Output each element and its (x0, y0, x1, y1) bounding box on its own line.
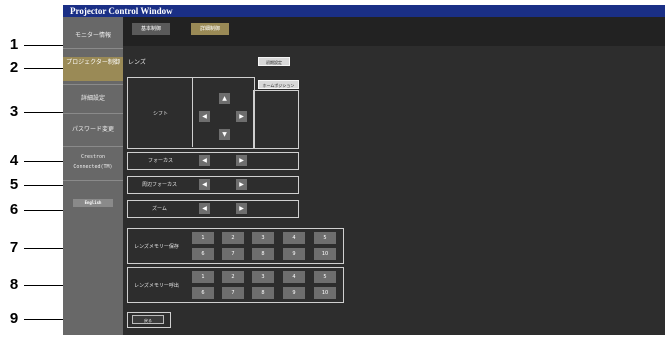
focus-left-arrow-icon[interactable]: ◀ (199, 155, 210, 166)
peripheral-focus-left-arrow-icon[interactable]: ◀ (199, 179, 210, 190)
peripheral-focus-label: 周辺フォーカス (142, 182, 178, 188)
sidebar-divider (63, 84, 123, 85)
lens-memory-load-label: レンズメモリー呼出 (134, 283, 179, 289)
sidebar-divider (63, 48, 123, 49)
callout-1: 1 (9, 36, 19, 53)
sidebar-item-crestron-connected[interactable]: Crestron Connected(TM) (63, 152, 123, 174)
window-title: Projector Control Window (70, 6, 173, 16)
memory-load-key-2[interactable]: 2 (222, 271, 244, 283)
sidebar-item-password-change[interactable]: パスワード変更 (63, 121, 123, 139)
memory-save-key-8[interactable]: 8 (252, 248, 274, 260)
sidebar-divider (63, 113, 123, 114)
memory-load-key-10[interactable]: 10 (314, 287, 336, 299)
memory-save-key-1[interactable]: 1 (192, 232, 214, 244)
memory-save-key-4[interactable]: 4 (283, 232, 305, 244)
callout-2: 2 (9, 59, 19, 76)
home-position-button[interactable]: ホームポジション (258, 80, 299, 89)
callout-6: 6 (9, 201, 19, 218)
memory-load-key-6[interactable]: 6 (192, 287, 214, 299)
focus-label: フォーカス (148, 158, 174, 164)
memory-load-key-8[interactable]: 8 (252, 287, 274, 299)
shift-right-arrow-icon[interactable]: ▶ (236, 111, 247, 122)
memory-save-key-9[interactable]: 9 (283, 248, 305, 260)
callout-5: 5 (9, 176, 19, 193)
zoom-left-arrow-icon[interactable]: ◀ (199, 203, 210, 214)
home-position-frame (253, 90, 299, 149)
focus-right-arrow-icon[interactable]: ▶ (236, 155, 247, 166)
shift-up-arrow-icon[interactable]: ▲ (219, 93, 230, 104)
callout-8: 8 (9, 276, 19, 293)
shift-down-arrow-icon[interactable]: ▼ (219, 129, 230, 140)
memory-save-key-6[interactable]: 6 (192, 248, 214, 260)
callout-9: 9 (9, 310, 19, 327)
callout-3: 3 (9, 103, 19, 120)
lens-memory-save-label: レンズメモリー保存 (134, 244, 179, 250)
english-language-button[interactable]: English (73, 199, 113, 207)
memory-load-key-1[interactable]: 1 (192, 271, 214, 283)
zoom-label: ズーム (152, 206, 167, 212)
zoom-right-arrow-icon[interactable]: ▶ (236, 203, 247, 214)
memory-load-key-3[interactable]: 3 (252, 271, 274, 283)
initial-setting-button[interactable]: 初期設定 (258, 57, 290, 66)
memory-save-key-2[interactable]: 2 (222, 232, 244, 244)
memory-load-key-4[interactable]: 4 (283, 271, 305, 283)
peripheral-focus-right-arrow-icon[interactable]: ▶ (236, 179, 247, 190)
memory-load-key-5[interactable]: 5 (314, 271, 336, 283)
sidebar-divider (63, 180, 123, 181)
lens-section-title: レンズ (128, 59, 146, 66)
sidebar-divider (63, 146, 123, 147)
memory-save-key-10[interactable]: 10 (314, 248, 336, 260)
callout-4: 4 (9, 152, 19, 169)
sidebar-item-monitor-info[interactable]: モニター情報 (63, 27, 123, 45)
tab-basic-control[interactable]: 基本制御 (132, 23, 170, 35)
memory-load-key-7[interactable]: 7 (222, 287, 244, 299)
memory-save-key-5[interactable]: 5 (314, 232, 336, 244)
memory-load-key-9[interactable]: 9 (283, 287, 305, 299)
shift-left-arrow-icon[interactable]: ◀ (199, 111, 210, 122)
memory-save-key-3[interactable]: 3 (252, 232, 274, 244)
tab-detailed-control[interactable]: 詳細制御 (191, 23, 229, 35)
back-button[interactable]: 戻る (132, 315, 164, 324)
memory-save-key-7[interactable]: 7 (222, 248, 244, 260)
callout-7: 7 (9, 239, 19, 256)
sidebar-item-detailed-settings[interactable]: 詳細設定 (63, 90, 123, 108)
shift-label: シフト (153, 111, 169, 117)
sidebar-item-projector-control[interactable]: プロジェクター制御 (63, 57, 123, 81)
